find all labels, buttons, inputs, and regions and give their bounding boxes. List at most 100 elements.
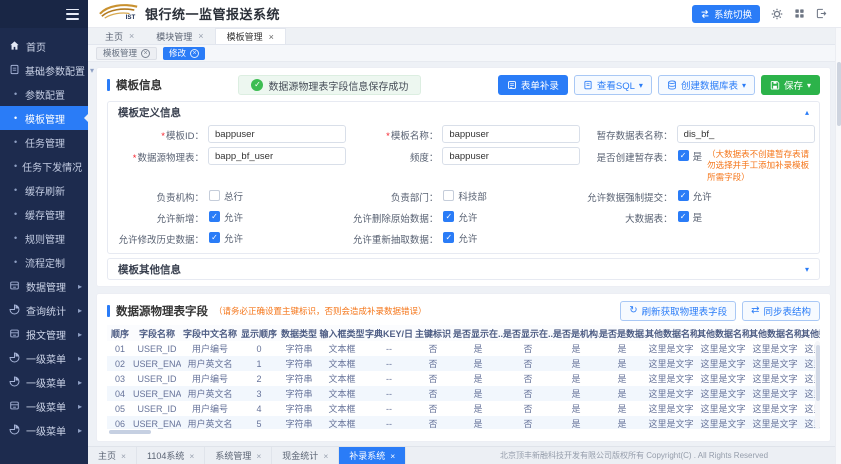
bottom-tab-system-mgmt[interactable]: 系统管理 × — [205, 447, 272, 464]
sync-structure-button[interactable]: ⇄ 同步表结构 — [742, 301, 820, 321]
table-cell: 否 — [413, 401, 453, 416]
close-icon[interactable]: × — [256, 451, 261, 461]
tab-module-mgmt[interactable]: 模块管理× — [145, 28, 214, 44]
table-cell: 这里是文字 — [645, 386, 697, 401]
input-temp-table-name[interactable] — [677, 125, 815, 143]
input-frequency[interactable] — [442, 147, 580, 165]
sidebar-item-template-mgmt[interactable]: •模板管理 — [0, 106, 88, 130]
tab-home[interactable]: 主页× — [94, 28, 145, 44]
form-supplement-button[interactable]: 表单补录 — [498, 75, 568, 95]
checkbox-resp-org[interactable] — [209, 190, 220, 201]
sidebar-item-menu-level1-2[interactable]: 一级菜单▸ — [0, 370, 88, 394]
close-icon[interactable]: × — [198, 31, 203, 41]
checkbox-label-resp-dept: 科技部 — [458, 187, 487, 203]
sidebar-item-task-mgmt[interactable]: •任务管理 — [0, 130, 88, 154]
sidebar-item-rule-mgmt[interactable]: •规则管理 — [0, 226, 88, 250]
table-row[interactable]: 06USER_ENAME用户英文名5字符串文本框--否是否是是这里是文字这里是文… — [107, 416, 820, 429]
close-icon[interactable]: × — [121, 451, 126, 461]
page-scrollbar[interactable] — [835, 28, 841, 464]
table-cell: 用户编号 — [181, 371, 239, 386]
table-vertical-scrollbar[interactable] — [815, 341, 820, 429]
table-row[interactable]: 05USER_ID用户编号4字符串文本框--否是否是是这里是文字这里是文字这里是… — [107, 401, 820, 416]
system-switch-button[interactable]: 系统切换 — [692, 5, 760, 23]
sidebar-item-params-config[interactable]: •参数配置 — [0, 82, 88, 106]
field-label-temp-table-name: 暂存数据表名称： — [581, 125, 673, 142]
bottom-tab-supplement-system[interactable]: 补录系统× — [339, 447, 406, 464]
table-row[interactable]: 04USER_ENAME用户英文名3字符串文本框--否是否是是这里是文字这里是文… — [107, 386, 820, 401]
close-icon[interactable]: × — [190, 49, 199, 58]
checkbox-allow-modify-history[interactable]: ✓ — [209, 232, 220, 243]
close-icon[interactable]: × — [390, 451, 395, 461]
sidebar-item-label: 缓存刷新 — [25, 183, 65, 198]
collapse-panel-icon[interactable]: ▴ — [805, 108, 809, 117]
checkbox-label-big-data-table: 是 — [693, 208, 703, 224]
checkbox-allow-delete-original[interactable]: ✓ — [443, 211, 454, 222]
sidebar-item-task-dispatch[interactable]: •任务下发情况 — [0, 154, 88, 178]
input-template-id[interactable] — [208, 125, 346, 143]
logout-icon[interactable] — [816, 8, 827, 19]
create-db-table-button[interactable]: 创建数据库表 ▾ — [658, 75, 755, 95]
sidebar-item-home[interactable]: 首页 — [0, 34, 88, 58]
sidebar-item-cache-refresh[interactable]: •缓存刷新 — [0, 178, 88, 202]
form-row: 允许修改历史数据：✓允许允许重新抽取数据：✓允许 — [112, 227, 815, 248]
home-icon — [9, 40, 21, 52]
sidebar-item-message-mgmt[interactable]: 报文管理▸ — [0, 322, 88, 346]
save-button[interactable]: 保存 ▾ — [761, 75, 820, 95]
template-definition-header: 模板定义信息 ▴ — [108, 102, 819, 122]
table-cell: -- — [365, 341, 413, 356]
sidebar-item-menu-level1-1[interactable]: 一级菜单▸ — [0, 346, 88, 370]
table-cell: 是 — [553, 401, 599, 416]
table-row[interactable]: 02USER_ENAME用户英文名1字符串文本框--否是否是是这里是文字这里是文… — [107, 356, 820, 371]
bottom-tab-cash-stats[interactable]: 现金统计× — [272, 447, 339, 464]
input-datasource-table[interactable] — [208, 147, 346, 165]
sidebar-item-menu-level1-4[interactable]: 一级菜单▸ — [0, 418, 88, 442]
chevron-right-icon: ▸ — [78, 306, 82, 315]
close-icon[interactable]: × — [189, 451, 194, 461]
table-row[interactable]: 01USER_ID用户编号0字符串文本框--否是否是是这里是文字这里是文字这里是… — [107, 341, 820, 356]
sidebar-item-menu-level1-3[interactable]: 一级菜单▸ — [0, 394, 88, 418]
refresh-fields-button[interactable]: ↻ 刷新获取物理表字段 — [620, 301, 736, 321]
app-title: 银行统一监管报送系统 — [145, 4, 280, 23]
table-horizontal-scrollbar[interactable] — [107, 430, 820, 435]
sidebar-item-cache-mgmt[interactable]: •缓存管理 — [0, 202, 88, 226]
expand-panel-icon[interactable]: ▾ — [805, 265, 809, 274]
table-cell: 05 — [107, 401, 133, 416]
column-header: 其他数据名称 — [749, 325, 801, 341]
sidebar-item-process-custom[interactable]: •流程定制 — [0, 250, 88, 274]
collapse-menu-icon[interactable] — [66, 9, 79, 20]
settings-icon[interactable] — [771, 8, 783, 20]
sidebar-item-base-params[interactable]: 基础参数配置▾ — [0, 58, 88, 82]
scrollbar-thumb[interactable] — [837, 62, 841, 126]
tab-label: 系统管理 — [215, 449, 251, 462]
close-icon[interactable]: × — [129, 31, 134, 41]
sidebar-item-query-stats[interactable]: 查询统计▸ — [0, 298, 88, 322]
close-icon[interactable]: × — [269, 32, 274, 42]
bottom-tab-home[interactable]: 主页× — [88, 447, 137, 464]
input-template-name[interactable] — [442, 125, 580, 143]
checkbox-resp-dept[interactable] — [443, 190, 454, 201]
table-cell: 文本框 — [319, 386, 365, 401]
checkbox-big-data-table[interactable]: ✓ — [678, 211, 689, 222]
scrollbar-thumb[interactable] — [816, 345, 820, 401]
checkbox-force-submit[interactable]: ✓ — [678, 190, 689, 201]
view-sql-button[interactable]: 查看SQL ▾ — [574, 75, 652, 95]
close-icon[interactable]: × — [323, 451, 328, 461]
table-row[interactable]: 03USER_ID用户编号2字符串文本框--否是否是是这里是文字这里是文字这里是… — [107, 371, 820, 386]
sidebar-item-label: 基础参数配置 — [25, 63, 85, 78]
checkbox-allow-add[interactable]: ✓ — [209, 211, 220, 222]
close-icon[interactable]: × — [141, 49, 150, 58]
sidebar-item-label: 流程定制 — [25, 255, 65, 270]
table-cell: 这里是文字 — [697, 401, 749, 416]
header-actions: 系统切换 — [692, 5, 827, 23]
form-cell: 模板名称： — [346, 123, 580, 145]
scrollbar-thumb[interactable] — [109, 430, 151, 434]
tab-template-mgmt[interactable]: 模板管理× — [215, 28, 286, 44]
apps-icon[interactable] — [794, 8, 805, 19]
breadcrumb-chip-template-mgmt[interactable]: 模板管理× — [96, 47, 157, 60]
breadcrumb-chip-edit[interactable]: 修改× — [163, 47, 205, 60]
sidebar-item-data-mgmt[interactable]: 数据管理▸ — [0, 274, 88, 298]
bottom-tab-system-1104[interactable]: 1104系统× — [137, 447, 205, 464]
table-cell: 这里是文字 — [697, 416, 749, 429]
checkbox-allow-re-extract[interactable]: ✓ — [443, 232, 454, 243]
checkbox-create-temp-table[interactable]: ✓ — [678, 150, 689, 161]
